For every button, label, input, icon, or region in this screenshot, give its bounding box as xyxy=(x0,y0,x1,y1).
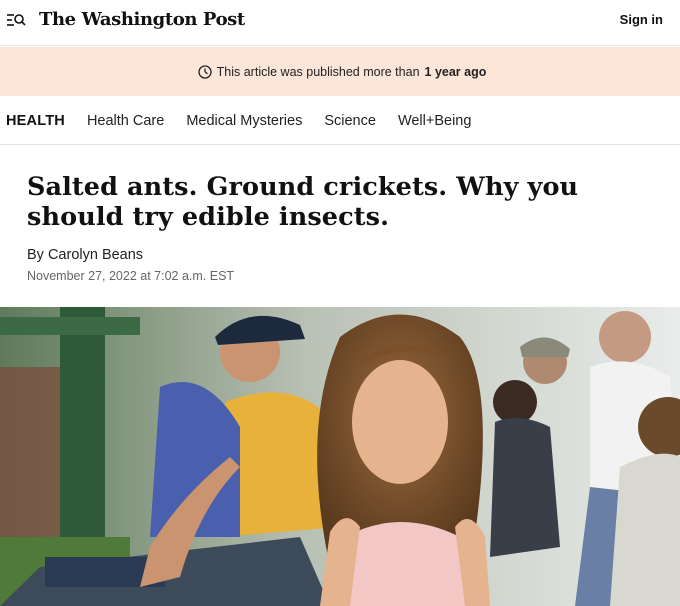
nav-item-medical-mysteries[interactable]: Medical Mysteries xyxy=(186,113,302,129)
publish-date: November 27, 2022 at 7:02 a.m. EST xyxy=(27,269,235,283)
author-link[interactable]: Carolyn Beans xyxy=(48,247,143,263)
archive-notice-text: This article was published more than xyxy=(216,64,420,79)
hero-photo xyxy=(0,307,680,606)
article-headline: Salted ants. Ground crickets. Why you sh… xyxy=(27,172,579,232)
section-nav: HEALTH Health Care Medical Mysteries Sci… xyxy=(0,97,680,145)
nav-item-science[interactable]: Science xyxy=(324,113,376,129)
byline-prefix: By xyxy=(27,247,44,263)
archive-banner: This article was published more than 1 y… xyxy=(0,47,680,96)
clock-icon xyxy=(197,64,212,79)
archive-notice: This article was published more than 1 y… xyxy=(197,64,487,79)
archive-notice-age: 1 year ago xyxy=(424,64,487,79)
site-logo[interactable]: The Washington Post xyxy=(39,9,245,30)
sign-in-link[interactable]: Sign in xyxy=(620,12,663,27)
menu-search-icon[interactable] xyxy=(6,11,26,29)
nav-item-well-being[interactable]: Well+Being xyxy=(398,113,471,129)
byline: By Carolyn Beans xyxy=(27,247,143,263)
nav-item-health-care[interactable]: Health Care xyxy=(87,113,164,129)
top-bar: The Washington Post Sign in xyxy=(0,0,680,46)
section-label-health[interactable]: HEALTH xyxy=(6,113,65,129)
